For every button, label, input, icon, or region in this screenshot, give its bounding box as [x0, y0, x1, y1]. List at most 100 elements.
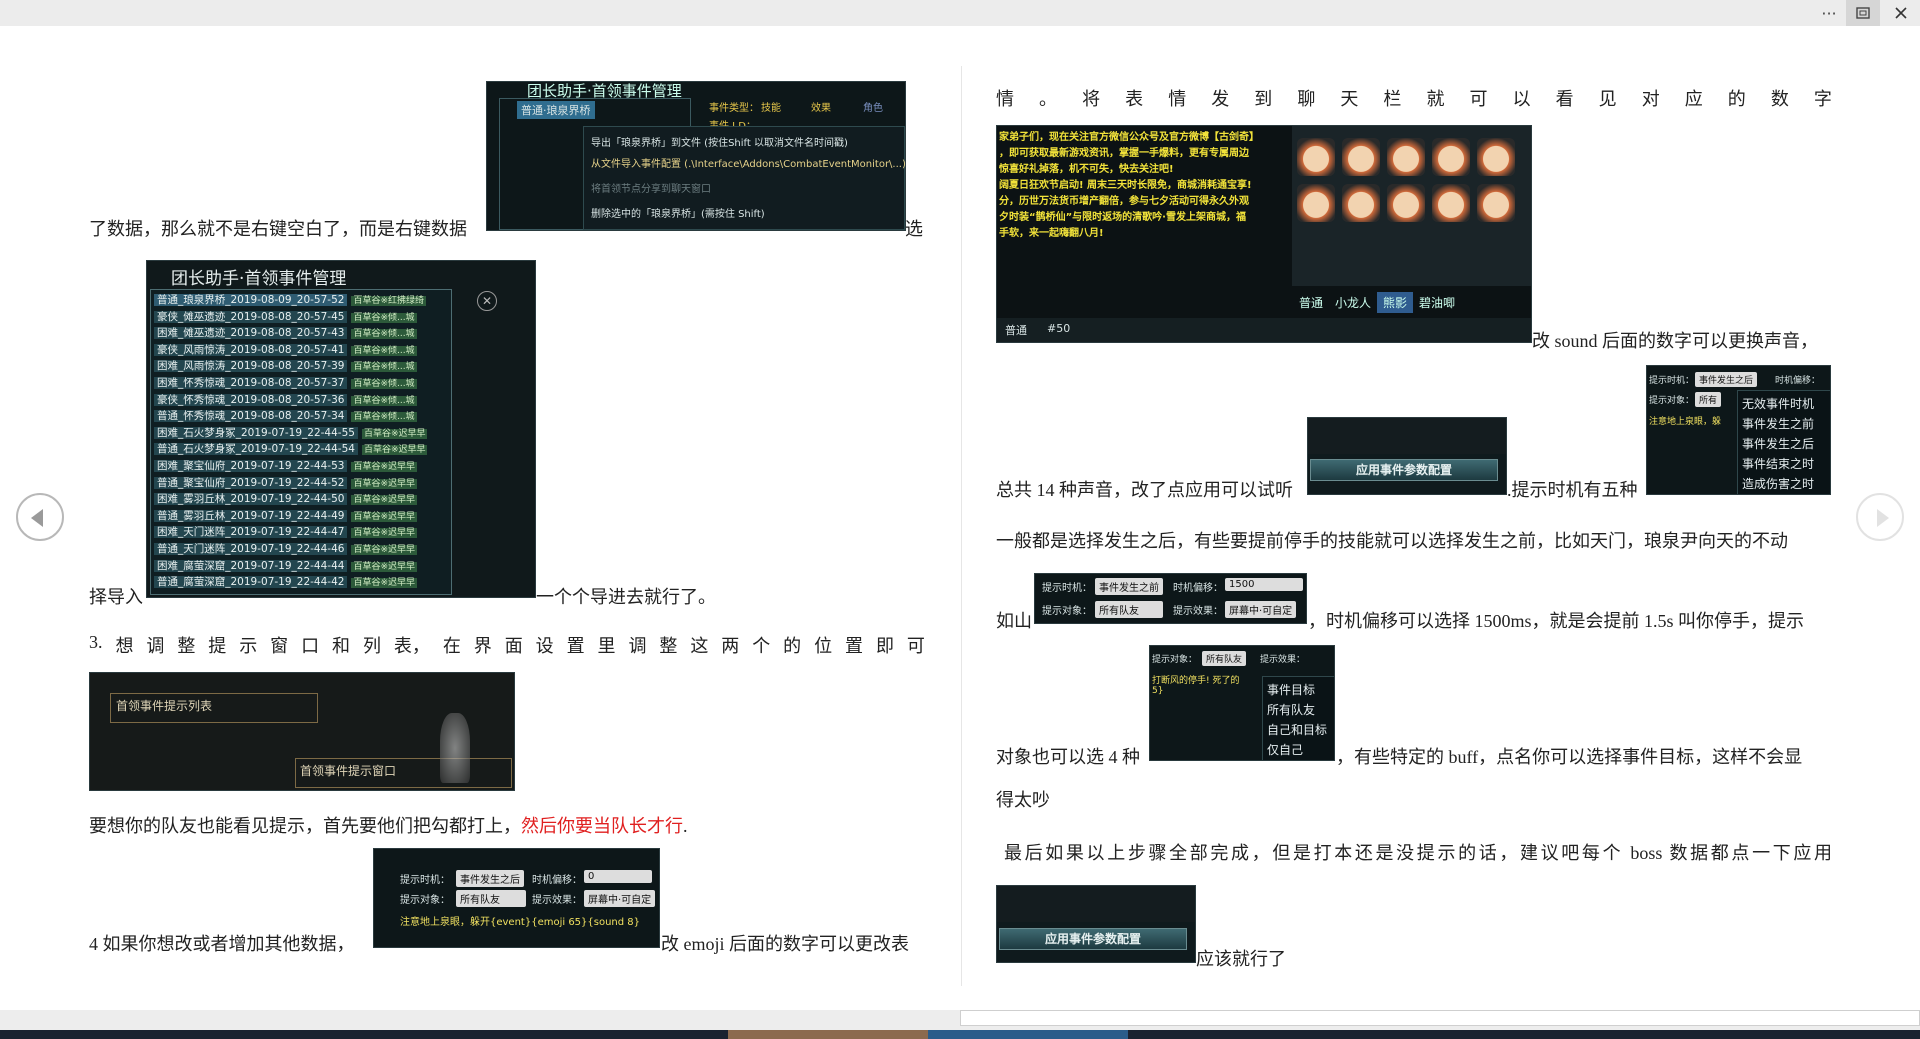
- page-divider: [961, 66, 962, 986]
- shot-label: 提示效果：: [532, 895, 582, 906]
- text-char: 即: [875, 636, 894, 656]
- text-char: 列: [362, 636, 381, 656]
- emoji-icon: [1387, 138, 1425, 176]
- text-char: 整: [177, 636, 196, 656]
- paragraph-text: ，有些特定的 buff，点名你可以选择事件目标，这样不会显: [1336, 747, 1803, 767]
- shot-menu-option: 事件结束之时: [1742, 457, 1815, 471]
- text-char: 界: [473, 636, 492, 656]
- shot-chat-tab: 普通: [1299, 296, 1324, 310]
- close-icon: ✕: [477, 291, 497, 311]
- paragraph-text: 一般都是选择发生之后，有些要提前停手的技能就可以选择发生之前，比如天门，琅泉尹向…: [996, 531, 1788, 551]
- prev-page-button[interactable]: [16, 493, 64, 541]
- emoji-icon: [1477, 138, 1515, 176]
- shot-title: 团长助手·首领事件管理: [171, 269, 347, 289]
- close-icon[interactable]: [1884, 0, 1918, 26]
- paragraph-text: 4 如果你想改或者增加其他数据，: [89, 934, 355, 954]
- shot-label: 时机偏移：: [1775, 376, 1821, 386]
- emoji-icon: [1297, 184, 1335, 222]
- shot-file-row: 困难_怀秀惊魂_2019-08-08_20-57-37 百草谷※倾...城: [154, 375, 417, 390]
- chevron-left-icon: [31, 509, 43, 527]
- paragraph-text: 应该就行了: [1196, 949, 1286, 969]
- shot-file-tag: 百草谷※倾...城: [351, 345, 417, 356]
- text-char: 两: [721, 636, 740, 656]
- text-char: 提: [208, 636, 227, 656]
- shot-file-name: 普通_琅泉界桥_2019-08-09_20-57-52: [154, 294, 348, 306]
- shot-note: 注意地上泉眼，躲开{event}{emoji 65}{sound 8}: [400, 917, 641, 928]
- emoji-icon: [1297, 138, 1335, 176]
- text-char: 数: [1770, 89, 1789, 109]
- text-char: 口: [301, 636, 320, 656]
- shot-field: 事件发生之后: [456, 870, 524, 887]
- paragraph-text: 一个个导进去就行了。: [536, 587, 716, 607]
- shot-label: 提示效果：: [1173, 606, 1223, 617]
- shot-file-tag: 百草谷※红拂绿绮: [351, 296, 426, 306]
- shot-file-row: 困难_天门迷阵_2019-07-19_22-44-47 百草谷※迟早早: [154, 524, 417, 539]
- text-char: 置: [566, 636, 585, 656]
- shot-note: 5}: [1152, 686, 1164, 696]
- shot-menu-option: 事件目标: [1267, 683, 1316, 697]
- fit-icon[interactable]: [1846, 0, 1880, 26]
- shot-chat-input: [997, 318, 1531, 342]
- screenshot-window-settings: 首领事件提示列表 首领事件提示窗口: [89, 672, 515, 791]
- shot-file-name: 豪侠_风雨惊涛_2019-08-08_20-57-41: [154, 343, 348, 356]
- shot-menu-option: 事件发生之前: [1742, 417, 1815, 431]
- shot-menu-option: 无效事件时机: [1742, 397, 1815, 411]
- chevron-right-icon: [1877, 509, 1889, 527]
- shot-field: 所有队友: [1202, 651, 1247, 666]
- text-char: 到: [1254, 89, 1273, 109]
- shot-note: 注意地上泉眼，躲: [1649, 417, 1722, 427]
- shot-channel: 普通: [1005, 324, 1027, 337]
- shot-file-name: 困难_怀秀惊魂_2019-08-08_20-57-37: [154, 377, 348, 389]
- taskbar-item[interactable]: [928, 1030, 1128, 1039]
- shot-chat-line: 阔夏日狂欢节启动! 周末三天时长限免，商城消耗通宝享!: [999, 180, 1252, 191]
- shot-field: 0: [584, 870, 652, 883]
- text-char: 聊: [1297, 89, 1316, 109]
- shot-menu-option: 自己和目标: [1267, 723, 1328, 737]
- shot-file-name: 困难_腐萤深窟_2019-07-19_22-44-44: [154, 559, 348, 572]
- text-char: 想: [115, 636, 134, 656]
- shot-label: 提示时机：: [400, 875, 450, 886]
- shot-chat-line: 家弟子们，现在关注官方微信公众号及官方微博【古剑奇】: [999, 132, 1259, 143]
- shot-menu-option: 造成伤害之时: [1742, 477, 1815, 491]
- shot-file-name: 困难_风雨惊涛_2019-08-08_20-57-39: [154, 360, 348, 373]
- emoji-icon: [1477, 184, 1515, 222]
- text-run: 要想你的队友也能看见提示，首先要他们把勾都打上，: [89, 816, 521, 836]
- shot-file-row: 困难_傩巫遗迹_2019-08-08_20-57-43 百草谷※倾...城: [154, 325, 417, 340]
- shot-chat-tab: 熊影: [1377, 292, 1414, 313]
- shot-label: 时机偏移：: [532, 875, 582, 886]
- shot-label: 提示对象：: [1152, 655, 1198, 665]
- text-char: 就: [1426, 89, 1445, 109]
- paragraph-text: 如山: [996, 611, 1032, 631]
- shot-field: 1500: [1225, 578, 1303, 591]
- taskbar-item[interactable]: [728, 1030, 928, 1039]
- shot-window-label: 首领事件提示窗口: [300, 764, 397, 778]
- shot-apply-button: 应用事件参数配置: [999, 928, 1187, 950]
- text-char: 看: [1555, 89, 1574, 109]
- text-char: 字: [1813, 89, 1832, 109]
- shot-file-tag: 百草谷※迟早早: [361, 445, 428, 456]
- paragraph-line: 3. 想调整提示窗口和列表，在界面设置里调整这两个的位置即可: [89, 632, 925, 658]
- shot-character: [440, 713, 470, 783]
- shot-menu-item: 从文件导入事件配置 (.\Interface\Addons\CombatEven…: [591, 159, 906, 170]
- text-char: 可: [1469, 89, 1488, 109]
- shot-field: 屏幕中·可自定: [584, 890, 656, 907]
- screenshot-timing-menu: 提示时机： 事件发生之后 时机偏移： 提示对象： 所有 注意地上泉眼，躲 无效事…: [1646, 365, 1831, 495]
- shot-file-tag: 百草谷※迟早早: [351, 578, 417, 589]
- taskbar: [0, 1030, 1920, 1039]
- shot-chat-tab: 小龙人: [1335, 296, 1372, 310]
- next-page-button[interactable]: [1856, 493, 1904, 541]
- shot-file-tag: 百草谷※倾...城: [351, 395, 417, 406]
- shot-input-text: #50: [1047, 322, 1071, 335]
- shot-file-name: 豪侠_傩巫遗迹_2019-08-08_20-57-45: [154, 310, 348, 323]
- shot-file-row: 困难_聚宝仙府_2019-07-19_22-44-53 百草谷※迟早早: [154, 458, 417, 473]
- shot-menu-item: 导出「琅泉界桥」到文件 (按住Shift 以取消文件名时间戳): [591, 138, 848, 149]
- shot-file-tag: 百草谷※迟早早: [351, 511, 417, 522]
- shot-file-row: 豪侠_傩巫遗迹_2019-08-08_20-57-45 百草谷※倾...城: [154, 309, 417, 324]
- scroll-track[interactable]: [960, 1010, 1920, 1026]
- more-icon[interactable]: ···: [1812, 0, 1846, 26]
- text-char: 3.: [89, 632, 103, 652]
- shot-field: 事件发生之前: [1095, 578, 1163, 595]
- text-char: 表，: [393, 636, 430, 656]
- screenshot-apply-button: 应用事件参数配置: [1307, 417, 1507, 495]
- shot-file-name: 普通_石火梦身冢_2019-07-19_22-44-54: [154, 443, 358, 456]
